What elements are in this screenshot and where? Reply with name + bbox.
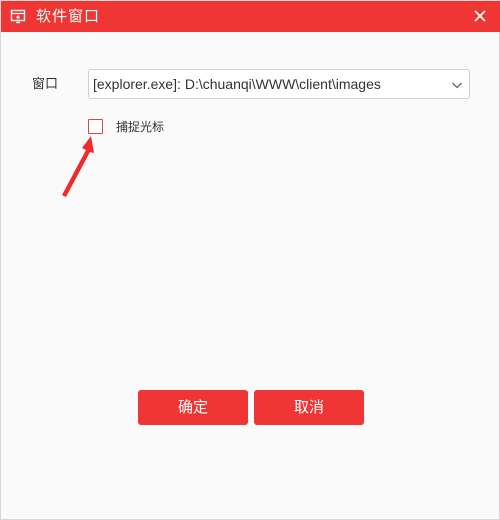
annotation-arrow-icon [62, 136, 94, 197]
close-icon[interactable] [471, 7, 489, 25]
cancel-button[interactable]: 取消 [254, 390, 364, 425]
chevron-down-icon[interactable] [451, 79, 463, 91]
title-bar[interactable]: 软件窗口 [1, 1, 500, 32]
ok-button[interactable]: 确定 [138, 390, 248, 425]
window-icon [10, 9, 26, 24]
dialog-window: 软件窗口 窗口 [explorer.exe]: D:\chuanqi\WWW\c… [0, 0, 500, 520]
window-select[interactable]: [explorer.exe]: D:\chuanqi\WWW\client\im… [88, 69, 470, 99]
capture-cursor-label: 捕捉光标 [116, 120, 165, 134]
window-field-label: 窗口 [32, 77, 59, 92]
window-select-value: [explorer.exe]: D:\chuanqi\WWW\client\im… [93, 76, 381, 92]
window-title: 软件窗口 [36, 7, 101, 25]
